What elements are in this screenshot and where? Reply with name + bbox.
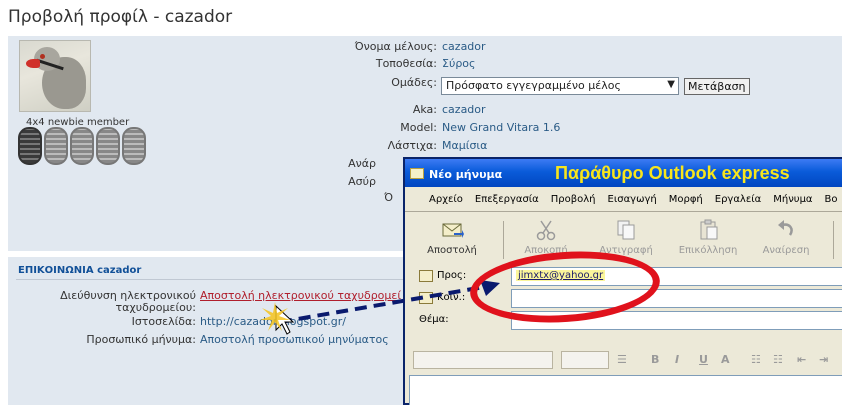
undo-button[interactable]: Αναίρεση [753, 217, 819, 261]
field-label-groups: Ομάδες: [391, 76, 437, 89]
menu-message[interactable]: Μήνυμα [767, 189, 818, 211]
paste-label: Επικόλληση [678, 245, 738, 256]
copy-icon [617, 220, 635, 240]
decrease-indent-icon[interactable]: ⇤ [797, 353, 806, 366]
field-value-username: cazador [442, 40, 486, 53]
field-value-tires: Μαμίσια [442, 139, 488, 152]
message-body[interactable] [409, 375, 842, 405]
subject-row: Θέμα: [415, 311, 842, 331]
contact-header: ΕΠΙΚΟΙΝΩΝΙΑ cazador [18, 265, 142, 276]
field-label-location: Τοποθεσία: [375, 57, 437, 70]
field-label-model: Model: [400, 121, 437, 134]
outlook-titlebar[interactable]: Νέο μήνυμα Παράθυρο Outlook express [405, 159, 842, 187]
field-value-aka: cazador [442, 103, 486, 116]
rank-tires [18, 127, 146, 165]
send-label: Αποστολή [427, 245, 477, 256]
increase-indent-icon[interactable]: ⇥ [819, 353, 828, 366]
field-label-partial-2: Ασύρ [348, 175, 376, 188]
pm-label: Προσωπικό μήνυμα: [86, 333, 196, 346]
website-label: Ιστοσελίδα: [131, 315, 196, 328]
chevron-down-icon: ▼ [667, 79, 675, 90]
address-book-icon[interactable] [419, 270, 433, 282]
menu-file[interactable]: Αρχείο [423, 189, 469, 211]
font-select[interactable] [413, 351, 553, 369]
groups-select[interactable]: Πρόσφατο εγγεγραμμένο μέλος ▼ [441, 77, 679, 95]
italic-button[interactable]: I [675, 353, 679, 366]
envelope-icon [410, 168, 424, 179]
field-label-tires: Λάστιχα: [387, 139, 437, 152]
menu-help[interactable]: Βο [819, 189, 842, 211]
avatar [19, 40, 91, 112]
divider [16, 279, 406, 280]
email-link[interactable]: Αποστολή ηλεκτρονικού ταχυδρομεί [200, 289, 401, 302]
field-label-username: Όνομα μέλους: [354, 40, 437, 53]
tire-icon [70, 127, 94, 165]
bold-button[interactable]: B [651, 353, 659, 366]
tire-icon [18, 127, 42, 165]
go-button[interactable]: Μετάβαση [684, 78, 750, 95]
scissors-icon [536, 220, 556, 241]
tire-icon [44, 127, 68, 165]
sparkle-icon [260, 302, 290, 331]
divider [405, 211, 842, 212]
outlook-menubar: Αρχείο Επεξεργασία Προβολή Εισαγωγή Μορφ… [405, 189, 842, 211]
menu-view[interactable]: Προβολή [545, 189, 602, 211]
cc-label: Κοιν.: [437, 292, 466, 303]
subject-label: Θέμα: [419, 314, 449, 325]
menu-edit[interactable]: Επεξεργασία [469, 189, 545, 211]
pm-link[interactable]: Αποστολή προσωπικού μηνύματος [200, 333, 389, 346]
field-value-location: Σύρος [442, 57, 476, 70]
page-title: Προβολή προφίλ - cazador [8, 7, 233, 27]
send-icon [442, 223, 464, 238]
clipboard-icon [700, 219, 718, 240]
paste-button[interactable]: Επικόλληση [675, 217, 741, 261]
menu-insert[interactable]: Εισαγωγή [602, 189, 663, 211]
groups-select-value: Πρόσφατο εγγεγραμμένο μέλος [446, 79, 621, 92]
field-label-partial-1: Ανάρ [348, 157, 376, 170]
tire-icon [122, 127, 146, 165]
field-label-partial-3: Ό [384, 191, 393, 204]
format-toolbar: ☰ B I U A ☷ ☷ ⇤ ⇥ [405, 349, 842, 373]
font-size-select[interactable] [561, 351, 609, 369]
numbered-list-icon[interactable]: ☷ [751, 353, 761, 366]
address-book-icon[interactable] [419, 292, 433, 304]
underline-button[interactable]: U [699, 353, 708, 366]
bullet-list-icon[interactable]: ☷ [773, 353, 783, 366]
email-label-2: ταχυδρομείου: [115, 301, 196, 314]
outlook-window-title: Νέο μήνυμα [429, 168, 503, 181]
outlook-banner: Παράθυρο Outlook express [555, 163, 790, 183]
field-label-aka: Aka: [412, 103, 437, 116]
send-button[interactable]: Αποστολή [419, 217, 485, 261]
to-label: Προς: [437, 270, 467, 281]
menu-format[interactable]: Μορφή [663, 189, 709, 211]
menu-tools[interactable]: Εργαλεία [709, 189, 767, 211]
undo-icon [778, 220, 793, 236]
tire-icon [96, 127, 120, 165]
undo-label: Αναίρεση [762, 245, 810, 256]
paragraph-style-icon[interactable]: ☰ [617, 353, 627, 366]
field-value-model: New Grand Vitara 1.6 [442, 121, 561, 134]
font-color-button[interactable]: A [721, 353, 730, 366]
